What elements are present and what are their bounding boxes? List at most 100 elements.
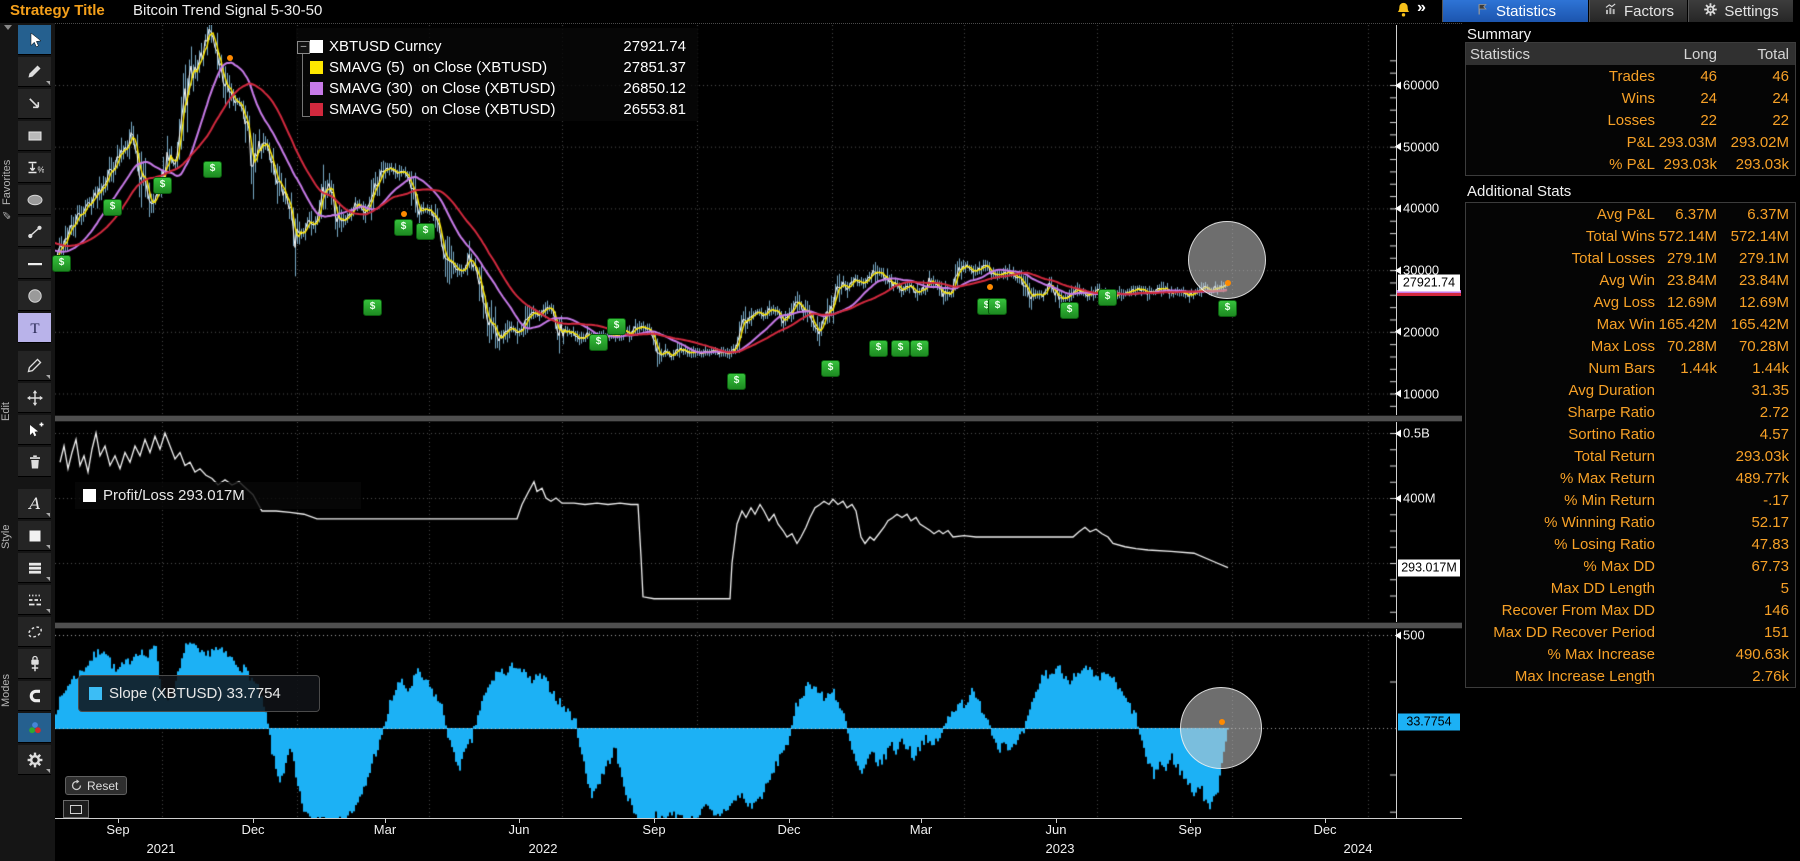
summary-table: Statistics Long Total Trades 46 46 Wins 24 24… (1465, 42, 1796, 176)
stats-label: Max Increase Length (1514, 667, 1655, 685)
stats-label: % Max DD (1583, 557, 1655, 575)
legend-swatch (310, 81, 323, 95)
legend-row: XBTUSD Curncy 27921.74 (310, 36, 686, 56)
x-axis-month-label: Sep (106, 822, 130, 837)
slope-legend-label: Slope (XBTUSD) 33.7754 (109, 685, 281, 702)
legend-row: SMAVG (50) on Close (XBTUSD) 26553.81 (310, 99, 686, 119)
pnl-legend-swatch (83, 489, 96, 502)
stats-total-value: 2.72 (1759, 403, 1789, 421)
dropdown-caret-icon (46, 769, 50, 773)
buy-signal-marker: $ (1060, 302, 1079, 319)
buy-signal-marker: $ (363, 299, 382, 316)
text-tool-icon[interactable]: T (18, 313, 51, 343)
title-bar: Strategy Title Bitcoin Trend Signal 5-30… (0, 0, 1800, 24)
stats-label: Sharpe Ratio (1567, 403, 1655, 421)
x-axis-month-label: Jun (508, 822, 530, 837)
stats-total-value: 1.44k (1752, 359, 1789, 377)
magnet-tool-icon[interactable] (18, 681, 51, 711)
x-axis-month-label: Dec (1313, 822, 1337, 837)
stats-long-value: 1.44k (1680, 359, 1717, 377)
stats-total-value: 31.35 (1751, 381, 1789, 399)
backtest-window: Strategy Title Bitcoin Trend Signal 5-30… (0, 0, 1800, 861)
x-axis-year-label: 2022 (528, 841, 558, 856)
legend-row: SMAVG (5) on Close (XBTUSD) 27851.37 (310, 57, 686, 77)
trend-arrow-tool-icon[interactable] (18, 89, 51, 119)
rectangle-tool-icon[interactable] (18, 121, 51, 151)
tab-factors[interactable]: Factors (1589, 0, 1687, 22)
y-axis-tick-label: 20000 (1403, 324, 1440, 340)
last-value-marker: 27921.74 (1398, 274, 1460, 292)
chevron-double-icon[interactable]: » (1417, 0, 1426, 17)
collapsed-panel-chip[interactable] (63, 800, 89, 818)
stats-label: Num Bars (1588, 359, 1655, 377)
stats-label: % Max Return (1559, 469, 1655, 487)
stats-long-value: 293.03M (1658, 133, 1717, 151)
x-axis-year-label: 2023 (1045, 841, 1075, 856)
line-styles-tool-icon[interactable] (18, 585, 51, 615)
last-value-marker: 33.7754 (1398, 713, 1460, 731)
stats-row: Wins 24 24 (1466, 87, 1795, 109)
stats-label: Avg Loss (1593, 293, 1655, 311)
panel-splitter[interactable] (55, 415, 1462, 422)
tab-settings[interactable]: Settings (1688, 0, 1793, 22)
price-legend: – XBTUSD Curncy 27921.74 SMAVG (5) on Clos… (296, 28, 698, 121)
horizontal-line-tool-icon[interactable] (18, 249, 51, 279)
buy-signal-marker: $ (394, 219, 413, 236)
x-axis-month-label: Sep (642, 822, 666, 837)
cursor-tool-icon[interactable] (18, 25, 51, 55)
stats-total-value: 489.77k (1735, 469, 1789, 487)
move-tool-icon[interactable] (18, 383, 51, 413)
fill-swatch-tool-icon[interactable] (18, 521, 51, 551)
pnl-chart-canvas[interactable] (55, 422, 1396, 622)
legend-expander-icon[interactable]: – (297, 41, 310, 54)
price-chart-canvas[interactable] (55, 25, 1396, 415)
stats-total-value: 46 (1772, 67, 1789, 85)
stats-label: % Min Return (1564, 491, 1655, 509)
buy-signal-marker: $ (416, 223, 435, 240)
tab-statistics[interactable]: Statistics (1442, 0, 1588, 22)
pencil-edit-tool-icon[interactable] (18, 351, 51, 381)
retracement-percent-tool-icon[interactable]: % (18, 153, 51, 183)
stats-total-value: 151 (1763, 623, 1789, 641)
stats-label: % Winning Ratio (1544, 513, 1655, 531)
last-value-marker: 293.017M (1398, 559, 1460, 577)
additional-stats-table: Avg P&L 6.37M 6.37M Total Wins 572.14M 572.14… (1465, 202, 1796, 688)
cursor-plus-tool-icon[interactable] (18, 415, 51, 445)
dropdown-caret-icon (46, 577, 50, 581)
highlight-circle (1180, 687, 1262, 769)
layers-tool-icon[interactable] (18, 553, 51, 583)
stats-label: Losses (1607, 111, 1655, 129)
lock-crosshair-tool-icon[interactable] (18, 649, 51, 679)
toolbar-collapse-icon[interactable] (4, 25, 12, 30)
font-tool-icon[interactable]: A (18, 489, 51, 519)
y-axis-tick-label: 0.5B (1403, 425, 1430, 441)
circle-tool-icon[interactable] (18, 281, 51, 311)
stats-total-value: 6.37M (1747, 205, 1789, 223)
col-long: Long (1683, 45, 1717, 63)
panel-splitter[interactable] (55, 622, 1462, 629)
lasso-tool-icon[interactable] (18, 617, 51, 647)
stats-long-value: 22 (1700, 111, 1717, 129)
trash-tool-icon[interactable] (18, 447, 51, 477)
stats-label: Total Return (1574, 447, 1655, 465)
ellipse-tool-icon[interactable] (18, 185, 51, 215)
color-modes-tool-icon[interactable] (18, 713, 51, 743)
stats-label: Total Wins (1585, 227, 1655, 245)
highlight-circle (1188, 221, 1266, 299)
svg-text:%: % (37, 165, 44, 174)
stats-total-value: 22 (1772, 111, 1789, 129)
tab-label: Factors (1623, 2, 1674, 20)
segment-tool-icon[interactable] (18, 217, 51, 247)
notification-bell-icon[interactable] (1395, 1, 1415, 21)
stats-total-value: 293.02M (1730, 133, 1789, 151)
legend-row: SMAVG (30) on Close (XBTUSD) 26850.12 (310, 78, 686, 98)
pencil-tool-icon[interactable] (18, 57, 51, 87)
gear-tool-icon[interactable] (18, 745, 51, 775)
stats-total-value: 67.73 (1751, 557, 1789, 575)
slope-end-dot (1219, 719, 1225, 725)
tab-label: Settings (1724, 2, 1779, 20)
legend-series-name: XBTUSD Curncy (329, 37, 442, 55)
y-axis-tick-label: 400M (1403, 490, 1436, 506)
x-axis-month-label: Jun (1045, 822, 1067, 837)
reset-button[interactable]: Reset (65, 776, 128, 795)
